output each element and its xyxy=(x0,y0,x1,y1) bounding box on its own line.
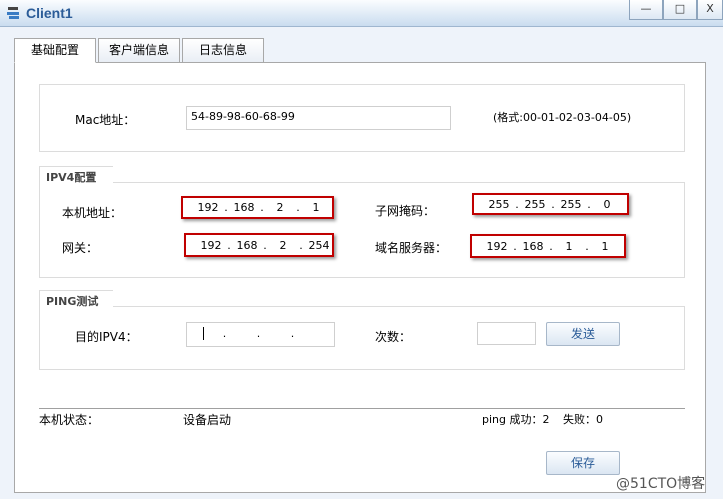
gw-octet: 254 xyxy=(308,238,330,252)
tab-basic-config[interactable]: 基础配置 xyxy=(14,38,96,63)
minimize-button[interactable]: — xyxy=(629,0,663,20)
gw-octet: 168 xyxy=(236,238,258,252)
ping-fail-label: 失败： xyxy=(563,413,596,426)
mac-label: Mac地址： xyxy=(75,113,136,127)
device-status-value: 设备启动 xyxy=(183,413,232,427)
dns-octet: 192 xyxy=(486,239,508,253)
count-input[interactable] xyxy=(477,322,536,345)
dns-server-label: 域名服务器： xyxy=(375,241,448,255)
divider xyxy=(39,408,685,409)
ip-octet: 192 xyxy=(197,201,219,214)
ip-address-label: 本机地址： xyxy=(62,206,123,220)
dns-server-input[interactable]: 192. 168. 1. 1 xyxy=(470,234,626,258)
ip-octet: 1 xyxy=(312,201,320,214)
ping-section-title: PING测试 xyxy=(39,290,113,308)
ping-stats: ping 成功：2 失败：0 xyxy=(482,411,603,427)
tab-log-info[interactable]: 日志信息 xyxy=(182,38,264,63)
dns-octet: 1 xyxy=(601,239,609,253)
mac-input[interactable]: 54-89-98-60-68-99 xyxy=(186,106,451,130)
dest-ipv4-input[interactable]: ... xyxy=(186,322,335,347)
ip-address-input[interactable]: 192. 168. 2. 1 xyxy=(181,196,334,219)
send-button[interactable]: 发送 xyxy=(546,322,620,346)
ip-octet: 2 xyxy=(276,201,284,214)
ping-success-label: ping 成功： xyxy=(482,413,543,426)
gw-octet: 2 xyxy=(279,238,287,252)
dns-octet: 1 xyxy=(565,239,573,253)
window-title: Client1 xyxy=(26,5,73,21)
count-label: 次数： xyxy=(375,330,412,344)
subnet-mask-input[interactable]: 255. 255. 255. 0 xyxy=(472,193,629,215)
save-button[interactable]: 保存 xyxy=(546,451,620,475)
ipv4-section-title: IPV4配置 xyxy=(39,166,113,184)
tab-client-info[interactable]: 客户端信息 xyxy=(98,38,180,63)
close-button[interactable]: X xyxy=(697,0,723,20)
mac-format-hint: (格式:00-01-02-03-04-05) xyxy=(493,111,632,124)
gateway-label: 网关： xyxy=(62,241,99,255)
watermark: @51CTO博客 xyxy=(616,476,706,492)
subnet-mask-label: 子网掩码： xyxy=(375,204,436,218)
dns-octet: 168 xyxy=(522,239,544,253)
ip-octet: 168 xyxy=(233,201,255,214)
mask-octet: 0 xyxy=(603,197,611,211)
ping-success-count: 2 xyxy=(542,413,550,426)
ping-fail-count: 0 xyxy=(596,413,603,426)
title-bar: Client1 — □ X xyxy=(0,0,723,27)
mask-octet: 255 xyxy=(560,197,582,211)
mask-octet: 255 xyxy=(488,197,510,211)
maximize-button[interactable]: □ xyxy=(663,0,697,20)
dest-ipv4-label: 目的IPV4： xyxy=(75,330,138,344)
device-status-label: 本机状态： xyxy=(39,413,100,427)
client-app-icon xyxy=(7,7,19,19)
gw-octet: 192 xyxy=(200,238,222,252)
mask-octet: 255 xyxy=(524,197,546,211)
gateway-input[interactable]: 192. 168. 2. 254 xyxy=(184,233,334,257)
